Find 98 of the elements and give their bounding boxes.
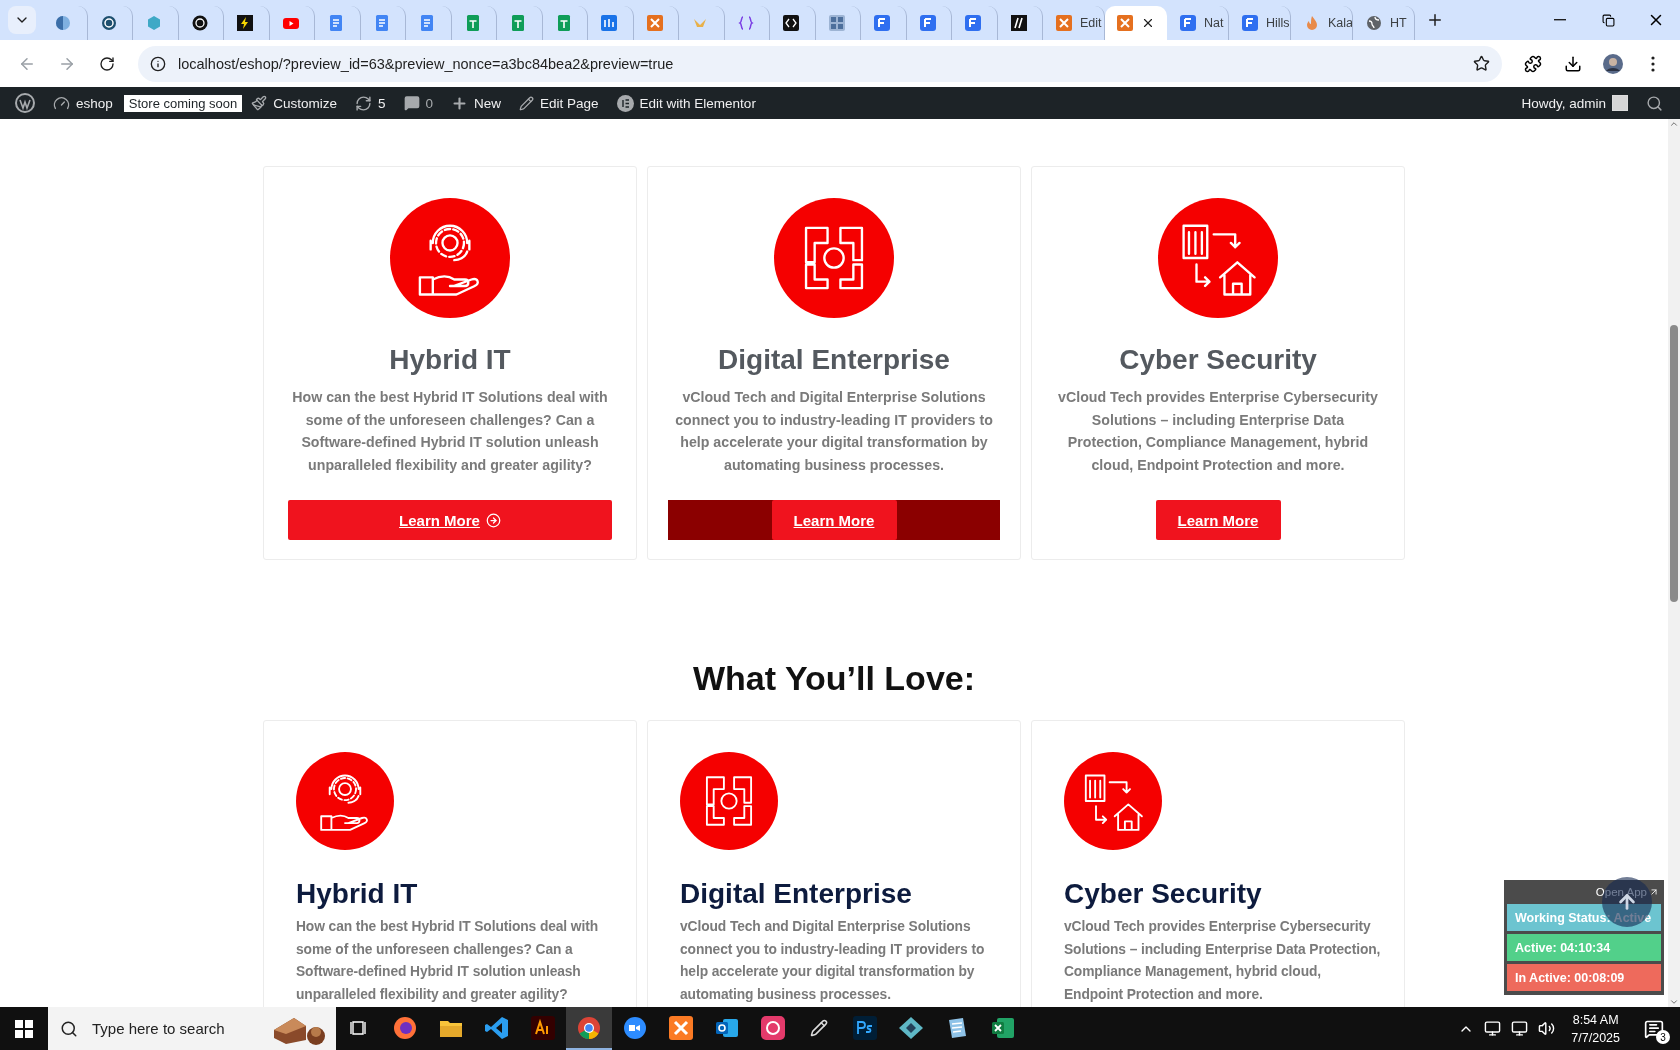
tab-title: Hills: [1266, 16, 1290, 30]
card-description: How can the best Hybrid IT Solutions deal with some of the unforeseen challenges? Can a Software-defined Hybrid IT solution unleash unparalleled flexibility and greater agility?: [291, 388, 609, 475]
scroll-up-icon[interactable]: [1669, 119, 1679, 129]
avatar-icon: [1603, 53, 1623, 74]
learn-more-button[interactable]: Learn More: [771, 500, 897, 540]
url-text: localhost/eshop/?preview_id=63&preview_nonce=a3bc84bea2&preview=true: [178, 55, 675, 72]
form-icon: [919, 15, 936, 31]
flame-icon: [1304, 15, 1320, 31]
learn-more-button[interactable]: Learn More: [288, 500, 612, 540]
display-icon[interactable]: [1484, 1020, 1502, 1037]
scrollbar-thumb[interactable]: [1670, 324, 1678, 602]
notification-icon: [1644, 1018, 1664, 1039]
store-status-badge: Store coming soon: [123, 94, 243, 112]
account-menu-link[interactable]: Howdy, admin: [1512, 87, 1637, 119]
scrollbar[interactable]: [1668, 119, 1680, 1007]
card-description: vCloud Tech and Digital Enterprise Solutions connect you to industry-leading IT providers to help accelerate your digital transformation by automating business processes.: [680, 918, 986, 1004]
form-icon: [1180, 15, 1196, 31]
xampp-icon: [1056, 15, 1072, 31]
taskbar-search-field[interactable]: Type here to search: [90, 1019, 260, 1038]
site-info-icon[interactable]: [150, 55, 166, 72]
scroll-down-icon[interactable]: [1669, 997, 1679, 1007]
card-description: vCloud Tech provides Enterprise Cybersecurity Solutions – including Enterprise Data Protection, Compliance Management, hybrid cloud, Endpoint Protection and more.: [1057, 388, 1379, 475]
search-icon: [60, 1019, 78, 1038]
new-content-link[interactable]: New: [442, 87, 511, 119]
xampp-icon: [1117, 15, 1133, 31]
section-heading: What You’ll Love:: [692, 659, 976, 698]
xampp-icon: [646, 15, 663, 31]
minimize-icon: [1554, 19, 1566, 21]
card-title: Digital Enterprise: [680, 878, 912, 910]
spreadsheet-icon: [555, 15, 572, 31]
elementor-link[interactable]: Edit with Elementor: [607, 87, 765, 119]
comments-link[interactable]: 0: [394, 87, 442, 119]
site-menu-link[interactable]: eshop: [44, 87, 122, 119]
hexagon-icon: [146, 15, 162, 31]
e-logo-icon: [616, 94, 634, 112]
taskbar-search-box[interactable]: Type here to search: [48, 1007, 336, 1050]
greeting-text: Howdy, admin: [1521, 95, 1606, 111]
notification-count: 3: [1656, 1030, 1670, 1044]
ring-icon: [100, 15, 117, 31]
code-icon: [783, 15, 799, 31]
document-icon: [328, 15, 344, 31]
windows-logo-icon: [15, 1019, 33, 1038]
taskbar-clock[interactable]: 8:54 AM 7/7/2025: [1571, 1010, 1620, 1047]
plus-icon: [451, 94, 468, 112]
brush-icon: [251, 95, 268, 111]
avatar-icon: [1612, 95, 1628, 111]
notifications-button[interactable]: 3: [1636, 1007, 1672, 1050]
refresh-icon: [355, 94, 372, 112]
plus-icon: [1426, 11, 1444, 29]
updates-link[interactable]: 5: [346, 87, 395, 119]
tab-title: Edit: [1080, 16, 1102, 30]
card-title: Hybrid IT: [389, 344, 511, 376]
chrome-browser-icon[interactable]: [566, 1007, 612, 1050]
italic-icon: [1010, 15, 1027, 31]
knot-icon: [191, 15, 208, 31]
bolt-icon: [237, 15, 253, 31]
more-icon: [1651, 55, 1655, 72]
address-bar[interactable]: localhost/eshop/?preview_id=63&preview_nonce=a3bc84bea2&preview=true: [138, 45, 1502, 82]
learn-more-button[interactable]: Learn More: [1155, 500, 1281, 540]
form-icon: [965, 15, 981, 31]
customize-link[interactable]: Customize: [242, 87, 346, 119]
close-icon[interactable]: [1141, 16, 1155, 30]
tracker-status-row: Working Status: Active: [1507, 904, 1661, 931]
spreadsheet-icon: [510, 15, 526, 31]
dashboard-icon: [53, 94, 70, 112]
volume-icon[interactable]: [1538, 1020, 1556, 1037]
document-icon: [373, 15, 390, 31]
tracker-status-row: Active: 04:10:34: [1507, 934, 1661, 961]
card-title: Cyber Security: [1064, 878, 1262, 910]
document-icon: [419, 15, 435, 31]
play-icon: [282, 15, 299, 31]
tab-title: Nat: [1204, 16, 1224, 30]
download-icon: [1564, 54, 1582, 73]
card-title: Hybrid IT: [296, 878, 418, 910]
card-description: vCloud Tech provides Enterprise Cybersecurity Solutions – including Enterprise Data Protection, Compliance Management, hybrid cloud, Endpoint Protection and more.: [1064, 918, 1382, 1004]
braces-icon: [737, 15, 754, 31]
tab-search-button[interactable]: [8, 6, 36, 34]
tab-title: HT: [1390, 16, 1407, 30]
bookmark-star-icon[interactable]: [1473, 55, 1490, 72]
arrow-circle-icon: [485, 512, 501, 528]
search-icon: [1646, 94, 1663, 112]
tracker-status-row: In Active: 00:08:09: [1507, 964, 1661, 991]
card-description: How can the best Hybrid IT Solutions deal with some of the unforeseen challenges? Can a Software-defined Hybrid IT solution unleash unparalleled flexibility and greater agility?: [296, 918, 600, 1004]
pencil-icon: [519, 95, 535, 111]
card-title: Cyber Security: [1119, 344, 1317, 376]
restore-icon: [1601, 13, 1615, 27]
spreadsheet-icon: [464, 15, 481, 31]
form-icon: [1242, 15, 1258, 31]
grid-icon: [828, 15, 845, 31]
comment-icon: [403, 95, 420, 111]
card-description: vCloud Tech and Digital Enterprise Solutions connect you to industry-leading IT providers to help accelerate your digital transformation by automating business processes.: [674, 388, 994, 475]
edit-page-link[interactable]: Edit Page: [510, 87, 608, 119]
card-title: Digital Enterprise: [718, 344, 950, 376]
external-link-icon: [1649, 887, 1659, 897]
reload-icon: [99, 55, 115, 72]
puzzle-icon: [1524, 54, 1542, 73]
chart-icon: [601, 15, 617, 31]
form-icon: [874, 15, 890, 31]
